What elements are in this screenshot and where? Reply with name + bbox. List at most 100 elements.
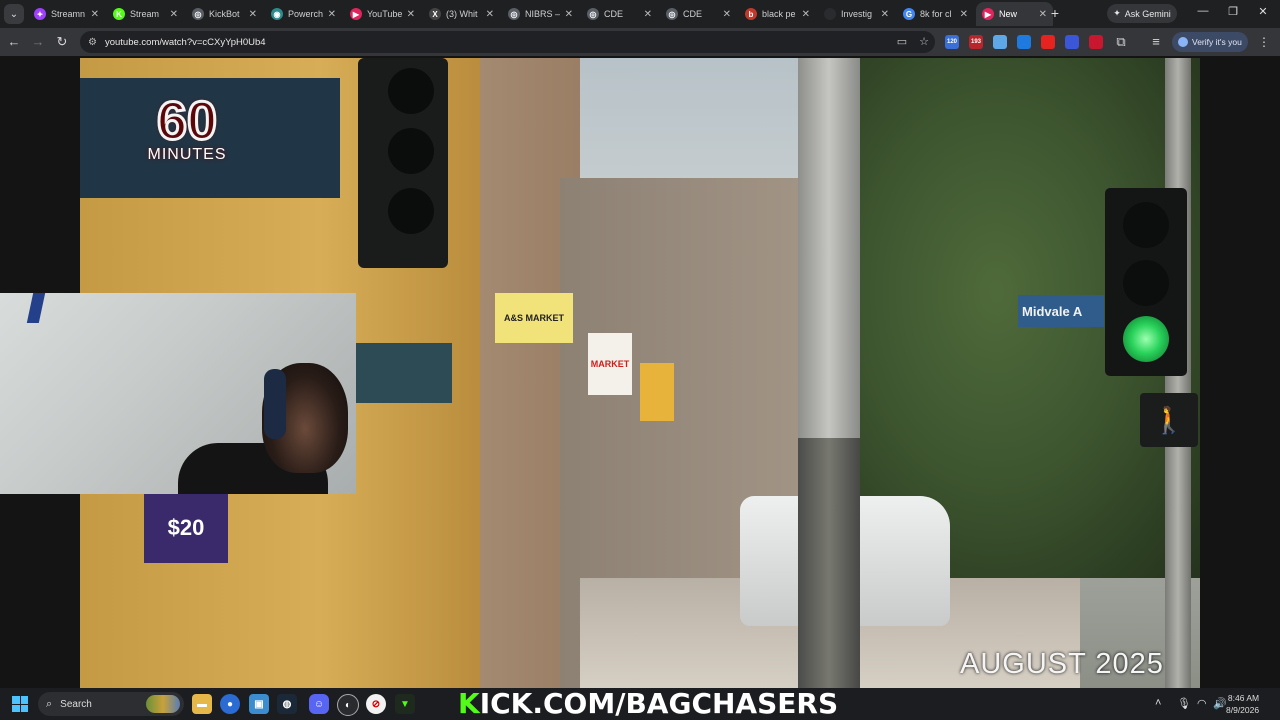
tab-close-icon[interactable]: ✕ <box>1039 9 1047 20</box>
extension-icon[interactable] <box>993 35 1007 49</box>
search-highlight-icon <box>146 695 180 713</box>
extension-icon[interactable] <box>1065 35 1079 49</box>
tab-search-button[interactable]: ⌄ <box>4 4 24 24</box>
tab-title: NIBRS – <box>525 9 561 19</box>
tab-favicon-icon: ◎ <box>666 8 678 20</box>
profile-avatar <box>1178 37 1188 47</box>
tab-title: CDE <box>683 9 703 19</box>
windows-start-icon[interactable] <box>12 696 28 712</box>
tab-close-icon[interactable]: ✕ <box>565 9 573 20</box>
tab-title: KickBot <box>209 9 240 19</box>
volume-icon[interactable]: 🔊 <box>1213 697 1227 710</box>
ask-gemini-button[interactable]: ✦ Ask Gemini <box>1107 4 1177 23</box>
tab-favicon-icon: ▶ <box>350 8 362 20</box>
tab[interactable]: ◉ Powerch ✕ <box>265 2 342 26</box>
tab-close-icon[interactable]: ✕ <box>170 9 178 20</box>
traffic-signal-right <box>1105 188 1187 376</box>
tab[interactable]: G 8k for cl ✕ <box>897 2 974 26</box>
taskbar-search-label: Search <box>60 698 92 710</box>
tab-close-icon[interactable]: ✕ <box>407 9 415 20</box>
tab-close-icon[interactable]: ✕ <box>249 9 257 20</box>
tab-title: (3) Whit <box>446 9 478 19</box>
stream-banner: KICK.COM/BAGCHASERS <box>458 689 838 719</box>
tab-title: 8k for cl <box>920 9 952 19</box>
tab[interactable]: X (3) Whit ✕ <box>423 2 500 26</box>
tray-chevron-up-icon[interactable]: ˄ <box>1155 697 1161 709</box>
pedestrian-signal-icon: 🚶 <box>1140 393 1198 447</box>
obs-icon[interactable]: ◐ <box>337 694 359 716</box>
discord-icon[interactable]: ☺ <box>309 694 329 714</box>
browser-toolbar: ← → ↻ ⚙ youtube.com/watch?v=cCXyYpH0Ub4 … <box>0 28 1280 56</box>
tab-close-icon[interactable]: ✕ <box>644 9 652 20</box>
extensions-puzzle-button[interactable]: ⧉ <box>1113 34 1129 50</box>
extension-icon[interactable]: 193 <box>969 35 983 49</box>
menu-button[interactable]: ⋮ <box>1258 35 1270 49</box>
tab-favicon-icon: X <box>429 8 441 20</box>
cast-icon[interactable]: ▭ <box>897 35 907 48</box>
tab-close-icon[interactable]: ✕ <box>881 9 889 20</box>
extension-icon[interactable] <box>1017 35 1031 49</box>
file-explorer-icon[interactable]: ▬ <box>192 694 212 714</box>
address-url[interactable]: youtube.com/watch?v=cCXyYpH0Ub4 <box>105 37 266 48</box>
back-button[interactable]: ← <box>6 34 22 50</box>
tab[interactable]: Investig ✕ <box>818 2 895 26</box>
tab-favicon-icon <box>824 8 836 20</box>
extension-icon[interactable]: 120 <box>945 35 959 49</box>
chrome-icon[interactable]: ● <box>220 694 240 714</box>
address-bar[interactable]: ⚙ youtube.com/watch?v=cCXyYpH0Ub4 ▭ ☆ <box>80 31 935 53</box>
signal-lamp-green <box>1123 316 1169 362</box>
microphone-icon[interactable]: 🎙 <box>1177 697 1191 710</box>
reload-button[interactable]: ↻ <box>54 34 70 50</box>
close-window-button[interactable]: ✕ <box>1253 5 1273 18</box>
tab-close-icon[interactable]: ✕ <box>91 9 99 20</box>
tab[interactable]: ◎ KickBot ✕ <box>186 2 263 26</box>
profile-verify-button[interactable]: Verify it's you <box>1172 32 1248 52</box>
tab-title: black pe <box>762 9 796 19</box>
tab-favicon-icon: ◎ <box>508 8 520 20</box>
taskbar: ⌕ Search ▬ ● ▣ ◍ ☺ ◐ ⊘ ▼ KICK.COM/BAGCHA… <box>0 688 1280 720</box>
reading-list-button[interactable]: ≡ <box>1148 34 1164 50</box>
traffic-signal-left <box>358 58 448 268</box>
tab-favicon-icon: ▶ <box>982 8 994 20</box>
street-sign: Midvale A <box>1018 295 1104 327</box>
clock-time: 8:46 AM <box>1227 693 1260 703</box>
steam-icon[interactable]: ◍ <box>277 694 297 714</box>
tab[interactable]: ◎ CDE ✕ <box>581 2 658 26</box>
extension-icon[interactable] <box>1041 35 1055 49</box>
tab-favicon-icon: ◎ <box>587 8 599 20</box>
search-icon: ⌕ <box>46 697 53 710</box>
tab-close-icon[interactable]: ✕ <box>802 9 810 20</box>
kick-app-icon[interactable]: ▼ <box>395 694 415 714</box>
restore-button[interactable]: ❐ <box>1223 5 1243 18</box>
tab-favicon-icon: ✦ <box>34 8 46 20</box>
tab-close-icon[interactable]: ✕ <box>486 9 494 20</box>
site-info-icon[interactable]: ⚙ <box>88 37 97 48</box>
forward-button[interactable]: → <box>30 34 46 50</box>
date-overlay: AUGUST 2025 <box>960 648 1164 680</box>
tab[interactable]: b black pe ✕ <box>739 2 816 26</box>
tab-favicon-icon: ◉ <box>271 8 283 20</box>
tab-close-icon[interactable]: ✕ <box>960 9 968 20</box>
wifi-icon[interactable]: ◠ <box>1197 697 1207 710</box>
tab[interactable]: ▶ New ✕ <box>976 2 1053 26</box>
tab-strip: ⌄ ✦ Streamn ✕ K Stream ✕ ◎ KickBot ✕ ◉ Powerch ✕ ▶ Yo… <box>0 0 1280 28</box>
tab[interactable]: ✦ Streamn ✕ <box>28 2 105 26</box>
puzzle-icon: ⧉ <box>1116 34 1126 49</box>
signal-lamp-red <box>1123 202 1169 248</box>
tab[interactable]: ◎ NIBRS – ✕ <box>502 2 579 26</box>
taskbar-search[interactable]: ⌕ Search <box>38 692 184 716</box>
bookmark-star-icon[interactable]: ☆ <box>919 35 929 48</box>
kebab-menu-icon: ⋮ <box>1258 35 1270 49</box>
headset-icon <box>264 369 286 439</box>
tab-close-icon[interactable]: ✕ <box>723 9 731 20</box>
taskbar-clock[interactable]: 8:46 AM 8/9/2026 <box>1226 692 1259 716</box>
new-tab-button[interactable]: + <box>1047 5 1063 21</box>
tab[interactable]: ◎ CDE ✕ <box>660 2 737 26</box>
minimize-button[interactable]: — <box>1193 5 1213 17</box>
tab-close-icon[interactable]: ✕ <box>328 9 336 20</box>
app-circle-icon[interactable]: ⊘ <box>366 694 386 714</box>
tab[interactable]: K Stream ✕ <box>107 2 184 26</box>
tab[interactable]: ▶ YouTube ✕ <box>344 2 421 26</box>
extension-icon[interactable] <box>1089 35 1103 49</box>
app-icon[interactable]: ▣ <box>249 694 269 714</box>
